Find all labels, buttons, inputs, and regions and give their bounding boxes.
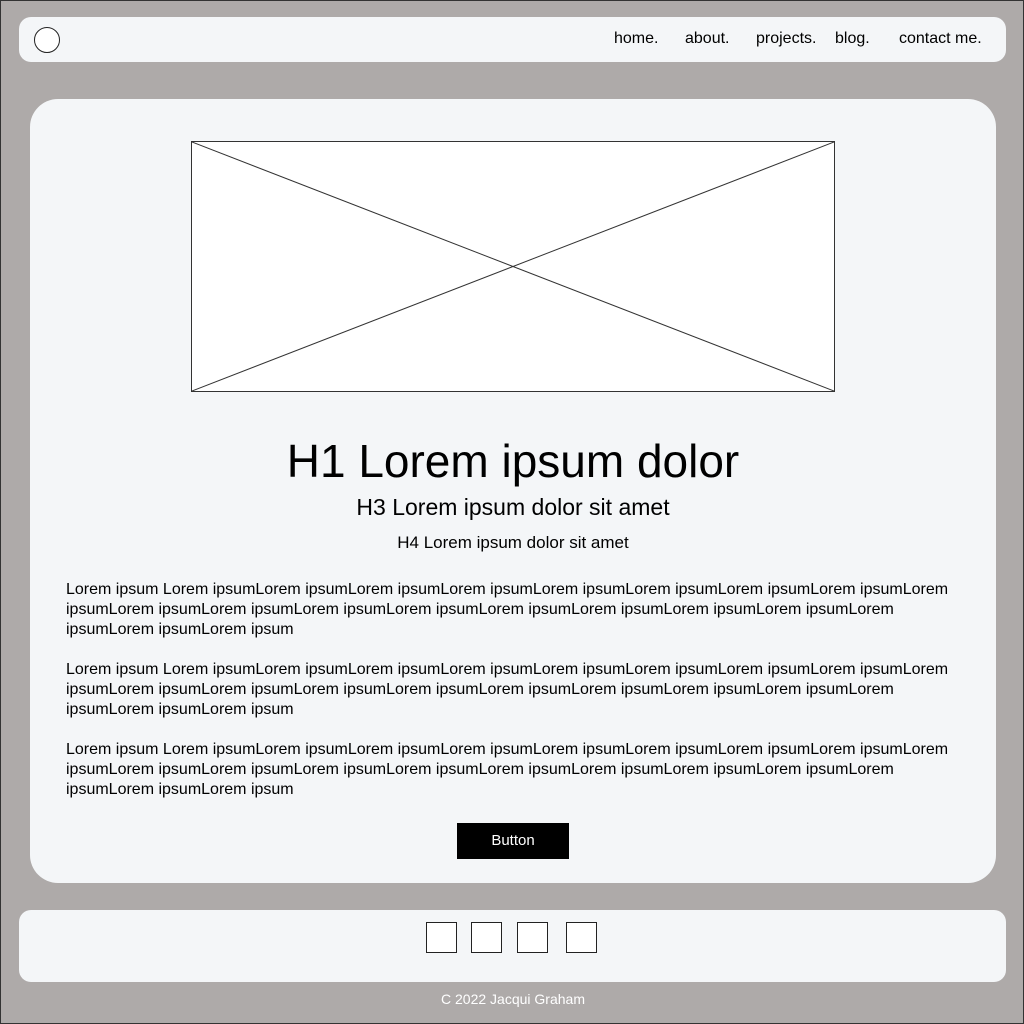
site-header: home. about. projects. blog. contact me.	[19, 17, 1006, 62]
subtitle-h3: H3 Lorem ipsum dolor sit amet	[356, 494, 670, 520]
social-link-2-icon[interactable]	[471, 922, 502, 953]
social-link-3-icon[interactable]	[517, 922, 548, 953]
nav-link-contact[interactable]: contact me.	[899, 30, 982, 48]
subtitle-h4: H4 Lorem ipsum dolor sit amet	[397, 533, 629, 552]
image-placeholder-icon	[192, 142, 834, 391]
hero-image-placeholder-icon	[191, 141, 835, 392]
social-link-4-icon[interactable]	[566, 922, 597, 953]
body-paragraph-3: Lorem ipsum Lorem ipsumLorem ipsumLorem …	[66, 741, 949, 798]
page-title-h1: H1 Lorem ipsum dolor	[286, 435, 740, 487]
social-link-1-icon[interactable]	[426, 922, 457, 953]
nav-link-about[interactable]: about.	[685, 30, 729, 48]
nav-link-home[interactable]: home.	[614, 30, 658, 48]
logo-circle-icon[interactable]	[34, 27, 60, 53]
nav-link-blog[interactable]: blog.	[835, 30, 870, 48]
copyright-text: C 2022 Jacqui Graham	[441, 991, 585, 1007]
body-paragraph-2: Lorem ipsum Lorem ipsumLorem ipsumLorem …	[66, 661, 949, 718]
primary-button[interactable]: Button	[457, 823, 569, 859]
site-footer	[19, 910, 1006, 982]
main-content-card: H1 Lorem ipsum dolor H3 Lorem ipsum dolo…	[30, 99, 996, 883]
nav-link-projects[interactable]: projects.	[756, 30, 816, 48]
body-paragraph-1: Lorem ipsum Lorem ipsumLorem ipsumLorem …	[66, 581, 949, 638]
